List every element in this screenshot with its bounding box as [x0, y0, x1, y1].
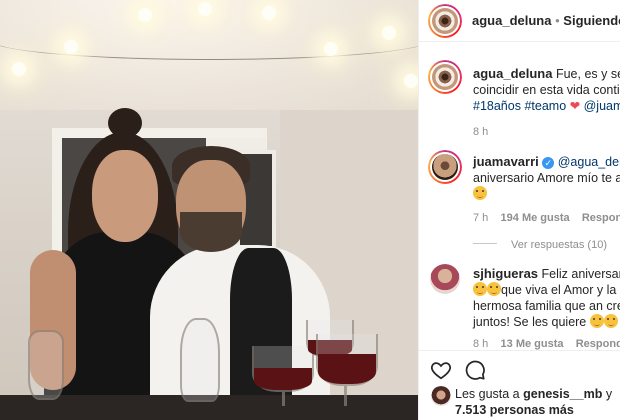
following-button[interactable]: Siguiendo	[563, 13, 620, 28]
heart-icon[interactable]	[430, 359, 452, 381]
comment-time: 8 h	[473, 338, 489, 350]
comment-likes[interactable]: 13 Me gusta	[501, 338, 564, 350]
hashtag-link[interactable]: #18años	[473, 99, 521, 113]
smile-emoji-icon	[487, 282, 501, 296]
reply-button[interactable]: Responder	[582, 212, 620, 224]
caption-text: Fue, es y será un	[555, 67, 620, 81]
woman-face	[92, 150, 158, 242]
action-bar	[419, 350, 620, 384]
verified-badge-icon: ✓	[542, 157, 555, 169]
liker-username[interactable]: genesis__mb	[523, 387, 602, 401]
hashtag-link[interactable]: #teamo	[524, 99, 566, 113]
decanter	[28, 330, 64, 400]
avatar[interactable]	[428, 60, 462, 94]
comment: juamavarri ✓ @agua_deluna aniversario Am…	[419, 150, 620, 251]
likes-conjunction: y	[605, 387, 613, 401]
man-beard	[180, 212, 242, 252]
view-replies-button[interactable]: Ver respuestas (10)	[473, 239, 620, 251]
dot-separator: •	[555, 13, 560, 28]
comment-text: juntos! Se les quiere	[473, 315, 587, 329]
light-bulb	[324, 42, 338, 56]
post-sidebar: agua_deluna • Siguiendo agua_deluna Fue,…	[418, 0, 620, 420]
reply-line	[473, 243, 497, 244]
glass-stem	[344, 386, 347, 406]
avatar[interactable]	[428, 4, 462, 38]
glass-stem	[282, 392, 285, 406]
smile-emoji-icon	[589, 314, 604, 328]
hair-bun	[108, 108, 142, 138]
reply-button[interactable]: Responder	[576, 338, 620, 350]
light-bulb	[198, 2, 212, 16]
decanter	[180, 318, 220, 402]
comment-username[interactable]: juamavarri	[473, 154, 539, 169]
comment-text: que viva el Amor y la	[501, 283, 617, 297]
likes-count[interactable]: 7.513 personas más	[455, 403, 574, 417]
comment-likes[interactable]: 194 Me gusta	[501, 212, 570, 224]
smile-emoji-icon	[473, 186, 487, 200]
wine-glass	[252, 346, 314, 392]
comment-text: aniversario Amore mío te amo	[473, 171, 620, 185]
wine	[254, 368, 312, 390]
caption-text: coincidir en esta vida contigo	[473, 83, 620, 97]
light-bulb	[404, 74, 418, 88]
post-photo[interactable]	[0, 0, 418, 420]
light-bulb	[12, 62, 26, 76]
comment-text: hermosa familia que an creado	[473, 299, 620, 313]
light-bulb	[262, 6, 276, 20]
comment: sjhigueras Feliz aniversario ch que viva…	[419, 262, 620, 350]
light-bulb	[138, 8, 152, 22]
smile-emoji-icon	[603, 314, 618, 328]
caption: agua_deluna Fue, es y será un coincidir …	[419, 58, 620, 138]
post-header: agua_deluna • Siguiendo	[419, 0, 620, 42]
mention-link[interactable]: @juama	[584, 99, 620, 113]
caption-username[interactable]: agua_deluna	[473, 66, 552, 81]
smile-emoji-icon	[473, 282, 487, 296]
view-replies-label: Ver respuestas (10)	[511, 239, 607, 251]
comment-time: 7 h	[473, 212, 489, 224]
light-bulb	[382, 26, 396, 40]
avatar[interactable]	[428, 150, 462, 184]
comment-username[interactable]: sjhigueras	[473, 266, 538, 281]
red-heart-icon: ❤	[569, 99, 581, 113]
comment-text: Feliz aniversario ch	[541, 267, 620, 281]
light-bulb	[64, 40, 78, 54]
wine-glass	[316, 334, 378, 386]
likes-summary: Les gusta a genesis__mb y 7.513 personas…	[419, 384, 620, 420]
header-username[interactable]: agua_deluna	[472, 13, 551, 28]
caption-time: 8 h	[473, 126, 489, 138]
avatar[interactable]	[430, 264, 460, 294]
string-lights-wire	[0, 20, 418, 60]
comment-icon[interactable]	[464, 359, 486, 381]
avatar[interactable]	[431, 386, 451, 406]
mention-link[interactable]: @agua_deluna	[558, 155, 620, 169]
likes-prefix: Les gusta a	[455, 387, 520, 401]
wine	[318, 354, 376, 384]
